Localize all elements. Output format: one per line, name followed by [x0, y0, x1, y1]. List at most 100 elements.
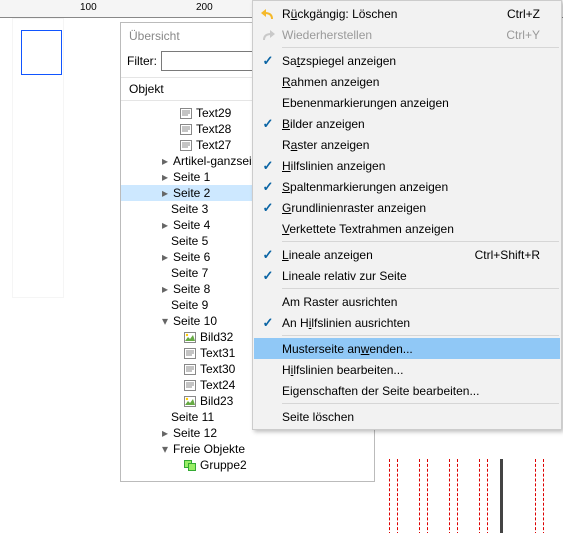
menu-shortcut: Ctrl+Z [497, 7, 540, 21]
menu-spalten[interactable]: Spaltenmarkierungen anzeigen [254, 176, 560, 197]
menu-label: Grundlinienraster anzeigen [282, 201, 540, 215]
tree-label: Seite 11 [171, 410, 214, 424]
menu-label: An Hilfslinien ausrichten [282, 316, 540, 330]
chevron-down-icon[interactable]: ▾ [159, 315, 171, 327]
tree-label: Text29 [196, 106, 231, 120]
tree-label: Text28 [196, 122, 231, 136]
chevron-right-icon[interactable]: ▸ [159, 187, 171, 199]
menu-label: Lineale relativ zur Seite [282, 269, 540, 283]
ruler-tick: 200 [196, 2, 213, 13]
menu-an-hilfslinien[interactable]: An Hilfslinien ausrichten [254, 312, 560, 333]
check-icon [254, 200, 282, 216]
menu-seite-loeschen[interactable]: Seite löschen [254, 406, 560, 427]
guide-area [385, 459, 563, 533]
tree-label: Freie Objekte [173, 442, 245, 456]
tree-label: Bild32 [200, 330, 233, 344]
menu-redo: Wiederherstellen Ctrl+Y [254, 24, 560, 45]
menu-label: Ebenenmarkierungen anzeigen [282, 96, 540, 110]
text-frame-icon [179, 107, 193, 119]
context-menu: Rückgängig: Löschen Ctrl+Z Wiederherstel… [252, 0, 562, 430]
chevron-right-icon[interactable]: ▸ [159, 427, 171, 439]
tree-label: Seite 9 [171, 298, 208, 312]
undo-icon [254, 7, 282, 21]
image-frame-icon [183, 331, 197, 343]
menu-grundlinien[interactable]: Grundlinienraster anzeigen [254, 197, 560, 218]
chevron-right-icon[interactable]: ▸ [159, 283, 171, 295]
menu-label: Spaltenmarkierungen anzeigen [282, 180, 540, 194]
menu-raster[interactable]: Raster anzeigen [254, 134, 560, 155]
check-icon [254, 315, 282, 331]
menu-label: Seite löschen [282, 410, 540, 424]
menu-label: Rückgängig: Löschen [282, 7, 497, 21]
menu-am-raster[interactable]: Am Raster ausrichten [254, 291, 560, 312]
tree-label: Text30 [200, 362, 235, 376]
chevron-right-icon[interactable]: ▸ [159, 251, 171, 263]
chevron-down-icon[interactable]: ▾ [159, 443, 171, 455]
tree-label: Gruppe2 [200, 458, 247, 472]
check-icon [254, 158, 282, 174]
menu-label: Rahmen anzeigen [282, 75, 540, 89]
tree-label: Seite 5 [171, 234, 208, 248]
tree-label: Text27 [196, 138, 231, 152]
tree-label: Seite 2 [173, 186, 210, 200]
tree-item-freie-objekte[interactable]: ▾Freie Objekte [121, 441, 374, 457]
menu-eigenschaften[interactable]: Eigenschaften der Seite bearbeiten... [254, 380, 560, 401]
menu-separator [282, 241, 559, 242]
menu-bilder[interactable]: Bilder anzeigen [254, 113, 560, 134]
menu-hilfslinien[interactable]: Hilfslinien anzeigen [254, 155, 560, 176]
tree-label: Text31 [200, 346, 235, 360]
ruler-tick: 100 [80, 2, 97, 13]
menu-verkettete[interactable]: Verkettete Textrahmen anzeigen [254, 218, 560, 239]
menu-separator [282, 288, 559, 289]
menu-label: Hilfslinien anzeigen [282, 159, 540, 173]
menu-satzspiegel[interactable]: Satzspiegel anzeigen [254, 50, 560, 71]
menu-label: Am Raster ausrichten [282, 295, 540, 309]
menu-hilfslinien-bearbeiten[interactable]: Hilfslinien bearbeiten... [254, 359, 560, 380]
menu-lineale[interactable]: Lineale anzeigenCtrl+Shift+R [254, 244, 560, 265]
menu-label: Eigenschaften der Seite bearbeiten... [282, 384, 540, 398]
text-frame-icon [183, 363, 197, 375]
menu-label: Musterseite anwenden... [282, 342, 540, 356]
image-frame-icon [183, 395, 197, 407]
tree-label: Seite 1 [173, 170, 210, 184]
menu-separator [282, 47, 559, 48]
tree-label: Seite 4 [173, 218, 210, 232]
menu-separator [282, 403, 559, 404]
chevron-right-icon[interactable]: ▸ [159, 219, 171, 231]
tree-label: Text24 [200, 378, 235, 392]
check-icon [254, 268, 282, 284]
tree-label: Seite 6 [173, 250, 210, 264]
tree-label: Artikel-ganzseitig [173, 154, 264, 168]
menu-shortcut: Ctrl+Y [496, 28, 540, 42]
menu-undo[interactable]: Rückgängig: Löschen Ctrl+Z [254, 3, 560, 24]
chevron-right-icon[interactable]: ▸ [159, 171, 171, 183]
menu-lineale-relativ[interactable]: Lineale relativ zur Seite [254, 265, 560, 286]
menu-label: Raster anzeigen [282, 138, 540, 152]
tree-label: Bild23 [200, 394, 233, 408]
check-icon [254, 116, 282, 132]
redo-icon [254, 28, 282, 42]
menu-label: Bilder anzeigen [282, 117, 540, 131]
check-icon [254, 247, 282, 263]
group-icon [183, 459, 197, 471]
tree-label: Seite 3 [171, 202, 208, 216]
menu-shortcut: Ctrl+Shift+R [465, 248, 540, 262]
tree-label: Seite 7 [171, 266, 208, 280]
tree-label: Seite 12 [173, 426, 217, 440]
check-icon [254, 179, 282, 195]
chevron-right-icon[interactable]: ▸ [159, 155, 171, 167]
menu-label: Satzspiegel anzeigen [282, 54, 540, 68]
check-icon [254, 53, 282, 69]
text-frame-icon [179, 139, 193, 151]
menu-rahmen[interactable]: Rahmen anzeigen [254, 71, 560, 92]
menu-label: Verkettete Textrahmen anzeigen [282, 222, 540, 236]
menu-musterseite-anwenden[interactable]: Musterseite anwenden... [254, 338, 560, 359]
text-frame-icon [183, 379, 197, 391]
menu-label: Wiederherstellen [282, 28, 496, 42]
object-frame [21, 30, 62, 75]
tree-item-gruppe2[interactable]: Gruppe2 [121, 457, 374, 473]
text-frame-icon [183, 347, 197, 359]
filter-label: Filter: [127, 54, 157, 68]
menu-ebenen[interactable]: Ebenenmarkierungen anzeigen [254, 92, 560, 113]
tree-label: Seite 10 [173, 314, 217, 328]
